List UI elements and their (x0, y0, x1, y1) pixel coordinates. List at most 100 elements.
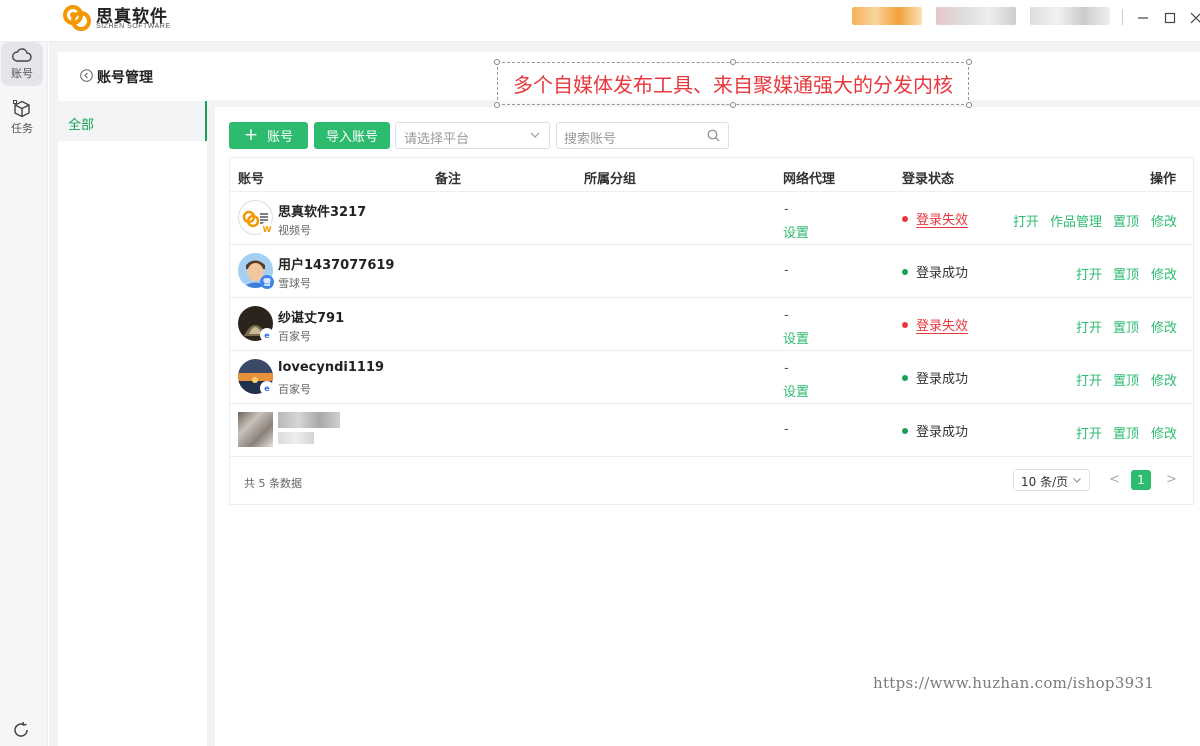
maximize-icon[interactable] (1160, 8, 1180, 28)
account-name-blurred (278, 412, 340, 428)
toolbar-icons-blurred[interactable] (1030, 7, 1110, 25)
account-platform: 雪球号 (278, 277, 311, 290)
proxy-set-link[interactable]: 设置 (783, 222, 809, 241)
total-count: 共 5 条数据 (244, 477, 302, 490)
accounts-table: 账号 备注 所属分组 网络代理 登录状态 操作 W 思真软件3217 视频号 -… (229, 157, 1194, 505)
status-dot (902, 374, 908, 381)
column-header-note: 备注 (435, 172, 462, 187)
status-dot (902, 215, 908, 222)
pin-top-link[interactable]: 置顶 (1113, 317, 1139, 336)
promo-banner: 多个自媒体发布工具、来自聚媒通强大的分发内核 (497, 62, 969, 105)
page-size-select[interactable]: 10 条/页 (1013, 469, 1090, 491)
title-bar: 思真软件 SIZHEN SOFTWARE (0, 0, 1200, 42)
xueqiu-icon: 雪 (260, 275, 274, 289)
window-controls-divider (1122, 9, 1123, 25)
login-status-text[interactable]: 登录失效 (916, 315, 968, 334)
rail-item-tasks[interactable]: 任务 (1, 96, 43, 140)
pin-top-link[interactable]: 置顶 (1113, 423, 1139, 442)
refresh-icon[interactable] (11, 720, 31, 740)
platform-select-placeholder: 请选择平台 (404, 132, 470, 147)
proxy-set-link[interactable]: 设置 (783, 328, 809, 347)
chevron-down-icon (1073, 478, 1081, 483)
pin-top-link[interactable]: 置顶 (1113, 370, 1139, 389)
column-header-proxy: 网络代理 (783, 172, 836, 187)
watermark-text: https://www.huzhan.com/ishop3931 (873, 674, 1155, 692)
account-name: lovecyndi1119 (278, 360, 385, 375)
account-name: 纱谌丈791 (278, 311, 345, 326)
manage-works-link[interactable]: 作品管理 (1050, 211, 1102, 230)
login-status-text[interactable]: 登录失效 (916, 209, 968, 228)
account-platform: 百家号 (278, 330, 311, 343)
account-name: 思真软件3217 (278, 205, 367, 220)
login-status: 登录成功 (902, 262, 968, 281)
proxy-value: - (784, 361, 789, 376)
account-platform: 视频号 (278, 224, 311, 237)
cloud-icon (12, 48, 32, 62)
import-account-button[interactable]: 导入账号 (314, 122, 390, 149)
left-rail: 账号 任务 (0, 42, 48, 746)
add-account-button[interactable]: + 账号 (229, 122, 308, 149)
column-header-status: 登录状态 (902, 172, 955, 187)
login-status: 登录成功 (902, 421, 968, 440)
login-status: 登录成功 (902, 368, 968, 387)
column-header-actions: 操作 (1150, 172, 1177, 187)
rail-item-accounts[interactable]: 账号 (1, 42, 43, 86)
plus-icon: + (243, 125, 259, 145)
login-status-text: 登录成功 (916, 266, 969, 281)
search-input[interactable]: 搜索账号 (556, 122, 729, 149)
sidebar-item-all[interactable]: 全部 (58, 101, 207, 141)
selection-handle (730, 102, 736, 108)
proxy-value: - (784, 263, 789, 278)
proxy-set-link[interactable]: 设置 (783, 381, 809, 400)
close-icon[interactable] (1186, 8, 1200, 28)
minimize-icon[interactable] (1133, 8, 1153, 28)
proxy-value: - (784, 422, 789, 437)
open-link[interactable]: 打开 (1076, 264, 1102, 283)
table-row: e 纱谌丈791 百家号 - 设置 登录失效 打开 置顶 修改 (230, 298, 1193, 351)
back-icon[interactable] (80, 69, 93, 82)
pin-top-link[interactable]: 置顶 (1113, 264, 1139, 283)
page-size-value: 10 条/页 (1021, 475, 1069, 489)
chevron-down-icon (530, 132, 540, 138)
selection-handle (494, 102, 500, 108)
platform-select[interactable]: 请选择平台 (395, 122, 550, 149)
add-account-label: 账号 (267, 130, 294, 145)
edit-link[interactable]: 修改 (1151, 423, 1177, 442)
baijiahao-icon: e (260, 381, 274, 395)
login-status: 登录失效 (902, 315, 968, 334)
status-dot (902, 268, 908, 275)
edit-link[interactable]: 修改 (1151, 317, 1177, 336)
table-row: W 思真软件3217 视频号 - 设置 登录失效 打开 作品管理 置顶 修改 (230, 192, 1193, 245)
open-link[interactable]: 打开 (1076, 317, 1102, 336)
open-link[interactable]: 打开 (1013, 211, 1039, 230)
edit-link[interactable]: 修改 (1151, 370, 1177, 389)
proxy-value: - (784, 202, 789, 217)
status-dot (902, 321, 908, 328)
status-dot (902, 427, 908, 434)
sizhen-logo-icon (63, 5, 91, 31)
rail-label-accounts: 账号 (11, 67, 33, 80)
selection-handle (730, 59, 736, 65)
next-page-icon[interactable]: > (1166, 472, 1177, 487)
open-link[interactable]: 打开 (1076, 423, 1102, 442)
open-link[interactable]: 打开 (1076, 370, 1102, 389)
account-platform: 百家号 (278, 383, 311, 396)
pin-top-link[interactable]: 置顶 (1113, 211, 1139, 230)
user-avatar-blurred[interactable] (852, 7, 922, 25)
brand-subtitle: SIZHEN SOFTWARE (96, 23, 171, 30)
search-icon[interactable] (707, 129, 720, 142)
edit-link[interactable]: 修改 (1151, 264, 1177, 283)
table-row: e lovecyndi1119 百家号 - 设置 登录成功 打开 置顶 修改 (230, 351, 1193, 404)
column-header-account: 账号 (238, 172, 265, 187)
column-header-group: 所属分组 (584, 172, 637, 187)
selection-handle (494, 59, 500, 65)
page-title: 账号管理 (97, 70, 153, 86)
cube-icon (13, 100, 30, 118)
proxy-value: - (784, 308, 789, 323)
selection-handle (966, 59, 972, 65)
prev-page-icon[interactable]: < (1109, 472, 1120, 487)
edit-link[interactable]: 修改 (1151, 211, 1177, 230)
page-number-current[interactable]: 1 (1131, 470, 1151, 490)
group-sidebar (58, 100, 207, 746)
account-platform-blurred (278, 432, 314, 444)
